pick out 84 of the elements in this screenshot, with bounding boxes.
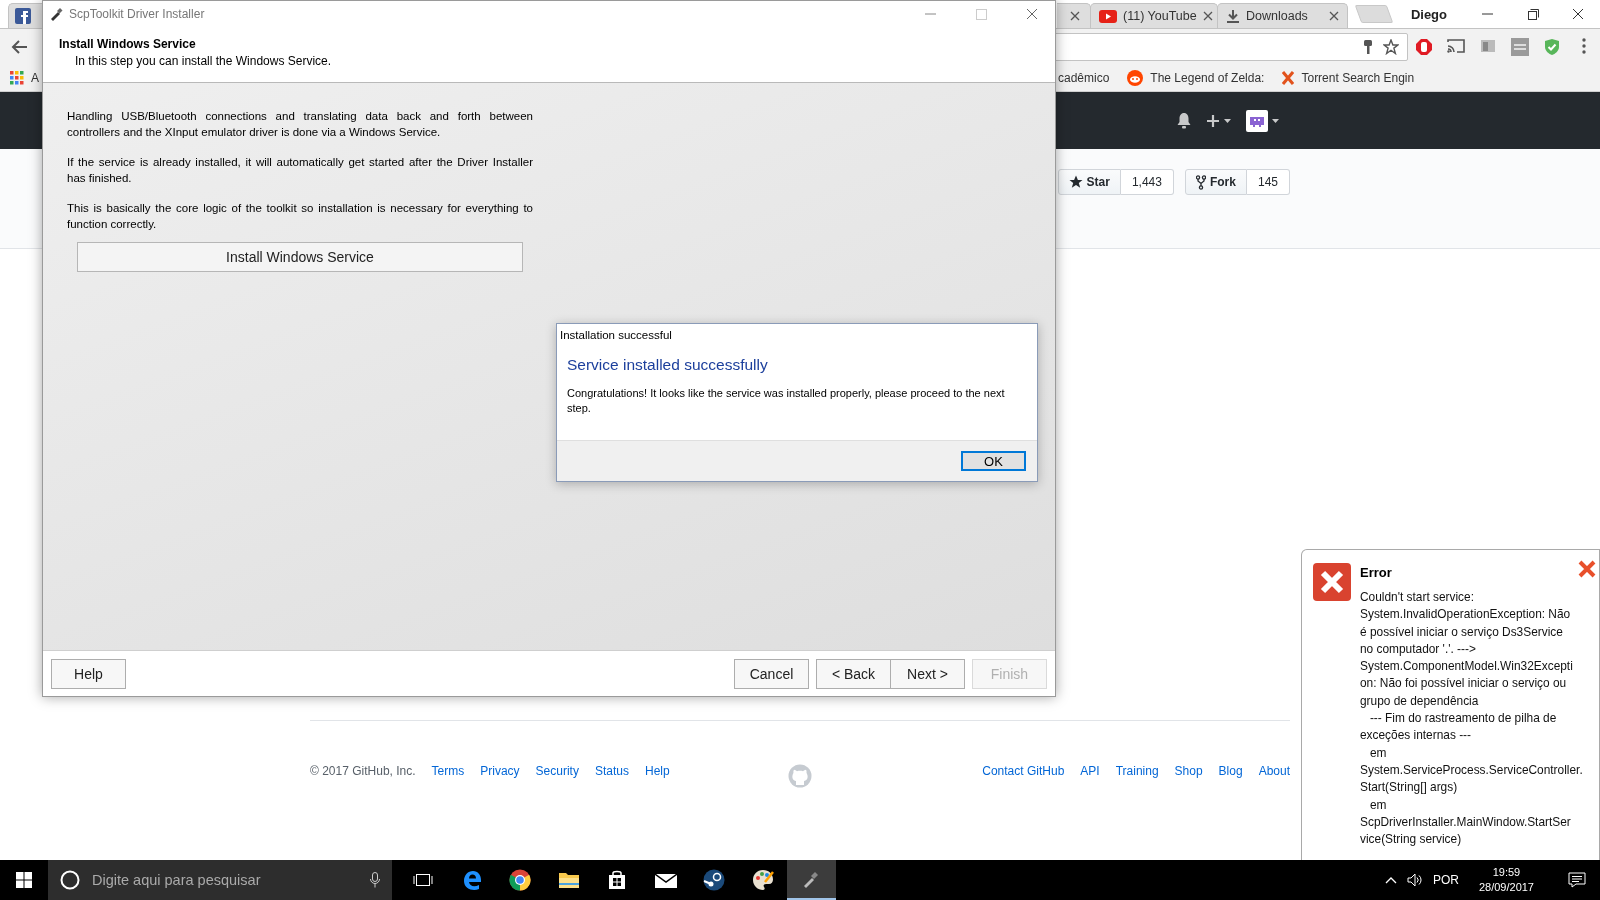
footer-link[interactable]: Security — [535, 764, 579, 778]
browser-tab[interactable] — [8, 3, 42, 28]
tab-close-icon[interactable] — [1329, 11, 1339, 21]
mail-icon[interactable] — [654, 872, 677, 888]
steam-icon[interactable] — [703, 869, 726, 891]
cross-icon — [1282, 71, 1295, 85]
video-icon — [1099, 9, 1117, 23]
dialog-message: Congratulations! It looks like the service was installed properly, please proceed to the next step. — [567, 386, 1006, 416]
speaker-icon[interactable] — [1406, 873, 1423, 887]
wizard-button[interactable]: < Back — [816, 658, 891, 689]
bookmark-item[interactable]: The Legend of Zelda: — [1127, 70, 1265, 86]
search-icon — [60, 870, 80, 890]
key-icon[interactable] — [1363, 39, 1373, 55]
footer-link[interactable]: Contact GitHub — [982, 764, 1065, 778]
profile-name[interactable]: Diego — [1410, 6, 1447, 22]
chevron-up-icon[interactable] — [1384, 876, 1397, 884]
count-link[interactable]: 145 — [1246, 169, 1290, 195]
wizard-button[interactable]: Cancel — [734, 658, 809, 689]
close-icon[interactable] — [1578, 560, 1596, 578]
fork-icon — [1195, 174, 1206, 190]
cast-icon[interactable] — [1447, 38, 1465, 54]
footer-link[interactable]: Terms — [431, 764, 465, 778]
notification-icon[interactable] — [1568, 872, 1586, 888]
install-service-button[interactable]: Install Windows Service — [77, 242, 523, 272]
repo-action-button[interactable]: Fork — [1184, 169, 1247, 195]
bookmark-item[interactable]: cadêmico — [1058, 71, 1110, 85]
tab-close-icon[interactable] — [1070, 11, 1080, 21]
apps-icon[interactable] — [10, 71, 24, 85]
microphone-icon — [370, 872, 380, 888]
folder-icon[interactable] — [557, 871, 580, 889]
footer-link[interactable]: Training — [1115, 764, 1159, 778]
bookmark-item[interactable]: A — [10, 71, 39, 85]
footer-link[interactable]: Status — [594, 764, 629, 778]
browser-tab[interactable]: (11) YouTube — [1090, 3, 1218, 28]
step-title: Install Windows Service — [59, 37, 197, 51]
repo-action-button[interactable]: Star — [1057, 169, 1121, 195]
stop-sign-icon[interactable] — [1415, 38, 1433, 56]
count-link[interactable]: 1,443 — [1120, 169, 1174, 195]
error-title: Error — [1360, 565, 1392, 580]
palette-icon[interactable] — [751, 869, 774, 891]
dialog-heading: Service installed successfully — [567, 356, 769, 374]
star-icon — [1068, 175, 1083, 189]
footer-link[interactable]: Privacy — [480, 764, 520, 778]
tool-icon[interactable] — [802, 870, 821, 888]
tab-close-icon[interactable] — [1202, 11, 1213, 21]
ok-button[interactable]: OK — [961, 451, 1026, 471]
description-text: If the service is already installed, it will automatically get started after the Driver Installer has finished. — [67, 155, 533, 186]
alien-icon — [1127, 70, 1144, 86]
app-icon — [49, 7, 63, 21]
error-message: Couldn't start service: System.InvalidOperationException: Não é possível iniciar o serviço Ds3Service no computador '.'. ---> System.ComponentModel.Win32Excepti on: Não foi possível iniciar o serviço ou grupo de dependência --- Fim do rastreamento de pilha de exceções internas --- em System.ServiceProcess.ServiceController. Start(String[] args) em ScpDriverInstaller.MainWindow.StartSer vice(String service) — [1360, 589, 1584, 849]
error-icon — [1313, 563, 1351, 601]
back-icon[interactable] — [10, 39, 28, 55]
download-icon — [1226, 9, 1240, 23]
footer-link[interactable]: Shop — [1174, 764, 1203, 778]
wizard-button[interactable]: Help — [51, 658, 126, 689]
language-indicator[interactable]: POR — [1432, 873, 1459, 887]
description-text: Handling USB/Bluetooth connections and translating data back and forth between controllers and the XInput emulator driver is done via a Windows Service. — [67, 109, 533, 140]
description-text: This is basically the core logic of the toolkit so installation is necessary for everything to function correctly. — [67, 201, 533, 232]
plus-caret-icon[interactable] — [1206, 113, 1232, 128]
bell-icon[interactable] — [1176, 112, 1192, 129]
footer-link[interactable]: About — [1258, 764, 1290, 778]
extension-icon[interactable] — [1480, 38, 1496, 54]
social-icon — [15, 8, 31, 24]
task-view-icon[interactable] — [413, 872, 434, 888]
chrome-icon[interactable] — [509, 869, 532, 891]
menu-icon[interactable] — [1582, 38, 1586, 54]
dialog-title: Installation successful — [559, 328, 673, 343]
logo-icon — [788, 764, 812, 788]
copyright-text: © 2017 GitHub, Inc. — [310, 764, 416, 778]
footer-link[interactable]: Help — [644, 764, 670, 778]
window-title: ScpToolkit Driver Installer — [69, 7, 206, 21]
windows-icon[interactable] — [16, 872, 32, 888]
shield-icon[interactable] — [1544, 38, 1560, 56]
footer-link[interactable]: API — [1080, 764, 1100, 778]
bookmark-item[interactable]: Torrent Search Engin — [1282, 71, 1415, 85]
footer-link[interactable]: Blog — [1218, 764, 1243, 778]
clock[interactable]: 19:59 28/09/2017 — [1478, 865, 1534, 895]
browser-tab[interactable]: Downloads — [1217, 3, 1348, 28]
bookmark-star-icon[interactable] — [1383, 39, 1399, 55]
step-subtitle: In this step you can install the Windows Service. — [74, 54, 333, 68]
store-icon[interactable] — [607, 870, 628, 890]
search-field[interactable]: Digite aqui para pesquisar — [48, 860, 392, 900]
avatar-caret-icon[interactable] — [1246, 109, 1280, 132]
wizard-button[interactable]: Next > — [890, 658, 965, 689]
